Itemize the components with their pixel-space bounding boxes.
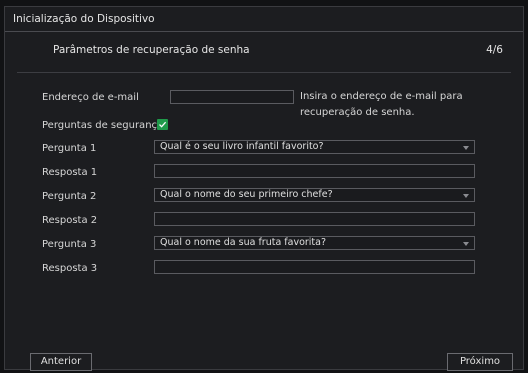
email-hint: Insira o endereço de e-mail para recuper… xyxy=(300,91,463,118)
question-2-label: Pergunta 2 xyxy=(42,191,97,202)
answer-2-label: Resposta 2 xyxy=(42,215,98,226)
chevron-down-icon xyxy=(463,194,469,198)
answer-1-input[interactable] xyxy=(154,164,475,178)
security-questions-checkbox[interactable] xyxy=(157,119,168,130)
step-title: Parâmetros de recuperação de senha xyxy=(53,44,250,56)
question-3-select[interactable]: Qual o nome da sua fruta favorita? xyxy=(154,236,475,250)
answer-2-input[interactable] xyxy=(154,212,475,226)
step-counter: 4/6 xyxy=(486,44,503,56)
email-input[interactable] xyxy=(170,90,294,104)
step-header: Parâmetros de recuperação de senha 4/6 xyxy=(5,39,523,61)
question-3-value: Qual o nome da sua fruta favorita? xyxy=(160,237,327,248)
next-button[interactable]: Próximo xyxy=(447,353,513,371)
setup-window: Inicialização do Dispositivo Parâmetros … xyxy=(4,6,524,371)
window-title: Inicialização do Dispositivo xyxy=(5,7,523,32)
security-questions-label: Perguntas de segurança xyxy=(42,120,164,131)
question-3-label: Pergunta 3 xyxy=(42,239,97,250)
answer-3-label: Resposta 3 xyxy=(42,263,98,274)
question-1-select[interactable]: Qual é o seu livro infantil favorito? xyxy=(154,140,475,154)
answer-1-label: Resposta 1 xyxy=(42,167,98,178)
question-1-label: Pergunta 1 xyxy=(42,143,97,154)
question-2-select[interactable]: Qual o nome do seu primeiro chefe? xyxy=(154,188,475,202)
question-1-value: Qual é o seu livro infantil favorito? xyxy=(160,141,324,152)
email-label: Endereço de e-mail xyxy=(42,92,139,103)
question-2-value: Qual o nome do seu primeiro chefe? xyxy=(160,189,333,200)
chevron-down-icon xyxy=(463,242,469,246)
previous-button[interactable]: Anterior xyxy=(30,353,92,371)
answer-3-input[interactable] xyxy=(154,260,475,274)
chevron-down-icon xyxy=(463,146,469,150)
header-divider xyxy=(17,72,511,73)
checkmark-icon xyxy=(159,121,167,128)
